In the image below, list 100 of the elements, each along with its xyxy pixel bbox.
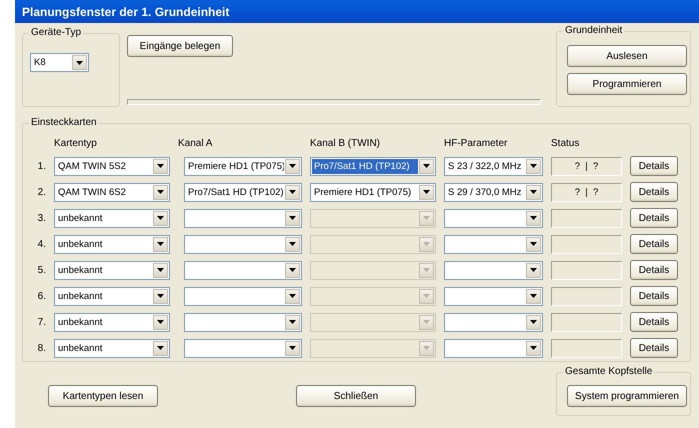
status-field <box>551 234 622 254</box>
caret-icon <box>423 216 430 220</box>
details-button[interactable]: Details <box>630 208 678 228</box>
caret-icon <box>423 320 430 324</box>
dropdown-button[interactable] <box>153 236 168 252</box>
column-header: Kanal A <box>178 138 214 150</box>
dropdown-button[interactable] <box>285 236 300 252</box>
caret-icon <box>530 164 537 168</box>
hf-parameter-dropdown[interactable]: S 29 / 370,0 MHz <box>444 182 543 202</box>
dropdown-button[interactable] <box>153 314 168 330</box>
window-title: Planungsfenster der 1. Grundeinheit <box>22 4 230 18</box>
hf-parameter-dropdown[interactable]: S 23 / 322,0 MHz <box>444 156 543 176</box>
caret-icon <box>157 242 164 246</box>
details-button[interactable]: Details <box>630 182 678 202</box>
card-type-dropdown[interactable]: QAM TWIN 6S2 <box>54 182 170 202</box>
caret-icon <box>289 190 296 194</box>
card-type-dropdown[interactable]: unbekannt <box>54 208 170 228</box>
caret-icon <box>423 164 430 168</box>
base-unit-button[interactable]: Auslesen <box>567 45 687 67</box>
status-field <box>551 208 622 228</box>
close-button[interactable]: Schließen <box>296 385 416 407</box>
program-system-button[interactable]: System programmieren <box>567 385 687 407</box>
caret-icon <box>423 294 430 298</box>
details-button[interactable]: Details <box>630 286 678 306</box>
group-label: Grundeinheit <box>563 25 624 36</box>
caret-icon <box>157 190 164 194</box>
dropdown-button[interactable] <box>153 210 168 226</box>
dropdown-button[interactable] <box>526 210 541 226</box>
caret-icon <box>530 268 537 272</box>
status-field <box>551 312 622 332</box>
caret-icon <box>289 164 296 168</box>
dropdown-button[interactable] <box>285 184 300 200</box>
dropdown-button[interactable] <box>526 314 541 330</box>
dropdown-button[interactable] <box>419 158 434 174</box>
column-header: Kanal B (TWIN) <box>310 138 382 150</box>
dropdown-button[interactable] <box>526 158 541 174</box>
row-number: 7. <box>36 316 46 328</box>
caret-icon <box>423 190 430 194</box>
group-label: Einsteckkarten <box>29 117 99 128</box>
caret-icon <box>530 346 537 350</box>
caret-icon <box>76 60 83 64</box>
dropdown-button[interactable] <box>153 340 168 356</box>
dropdown-button[interactable] <box>285 210 300 226</box>
dropdown-button[interactable] <box>153 288 168 304</box>
dropdown-button[interactable] <box>153 262 168 278</box>
row-number: 1. <box>36 160 46 172</box>
group-label: Geräte-Typ <box>29 27 84 38</box>
card-type-dropdown[interactable]: QAM TWIN 5S2 <box>54 156 170 176</box>
row-number: 4. <box>36 238 46 250</box>
group-label: Gesamte Kopfstelle <box>563 366 654 377</box>
dropdown-button[interactable] <box>526 262 541 278</box>
details-button[interactable]: Details <box>630 234 678 254</box>
caret-icon <box>157 216 164 220</box>
channel-a-dropdown[interactable]: Pro7/Sat1 HD (TP102) <box>184 182 302 202</box>
caret-icon <box>157 294 164 298</box>
channel-b-dropdown[interactable]: Pro7/Sat1 HD (TP102) <box>310 156 436 176</box>
card-type-dropdown[interactable]: unbekannt <box>54 312 170 332</box>
caret-icon <box>157 164 164 168</box>
status-field <box>551 260 622 280</box>
base-unit-button[interactable]: Programmieren <box>567 73 687 95</box>
dropdown-button[interactable] <box>153 158 168 174</box>
dropdown-button[interactable] <box>285 314 300 330</box>
caret-icon <box>530 216 537 220</box>
dropdown-button[interactable] <box>285 340 300 356</box>
caret-icon <box>530 242 537 246</box>
dropdown-button[interactable] <box>526 184 541 200</box>
read-card-types-button[interactable]: Kartentypen lesen <box>48 385 158 407</box>
caret-icon <box>289 294 296 298</box>
dropdown-button[interactable] <box>285 262 300 278</box>
column-header: Kartentyp <box>54 138 98 150</box>
card-type-dropdown[interactable]: unbekannt <box>54 338 170 358</box>
caret-icon <box>423 346 430 350</box>
details-button[interactable]: Details <box>630 156 678 176</box>
dropdown-button[interactable] <box>526 340 541 356</box>
caret-icon <box>289 242 296 246</box>
card-type-dropdown[interactable]: unbekannt <box>54 260 170 280</box>
caret-icon <box>423 242 430 246</box>
dropdown-button[interactable] <box>72 55 87 70</box>
row-number: 3. <box>36 212 46 224</box>
caret-icon <box>289 346 296 350</box>
dropdown-button[interactable] <box>526 288 541 304</box>
details-button[interactable]: Details <box>630 312 678 332</box>
card-type-dropdown[interactable]: unbekannt <box>54 286 170 306</box>
details-button[interactable]: Details <box>630 260 678 280</box>
dropdown-button[interactable] <box>419 184 434 200</box>
column-header: HF-Parameter <box>444 138 508 150</box>
device-type-dropdown[interactable]: K8 <box>30 53 89 72</box>
caret-icon <box>157 268 164 272</box>
status-field: ? | ? <box>551 156 622 176</box>
channel-b-dropdown[interactable]: Premiere HD1 (TP075) <box>310 182 436 202</box>
caret-icon <box>157 346 164 350</box>
details-button[interactable]: Details <box>630 338 678 358</box>
dropdown-button[interactable] <box>526 236 541 252</box>
row-number: 6. <box>36 290 46 302</box>
dropdown-button[interactable] <box>285 288 300 304</box>
dropdown-button[interactable] <box>153 184 168 200</box>
dropdown-button[interactable] <box>285 158 300 174</box>
status-field <box>551 286 622 306</box>
assign-inputs-button[interactable]: Eingänge belegen <box>127 35 233 57</box>
card-type-dropdown[interactable]: unbekannt <box>54 234 170 254</box>
